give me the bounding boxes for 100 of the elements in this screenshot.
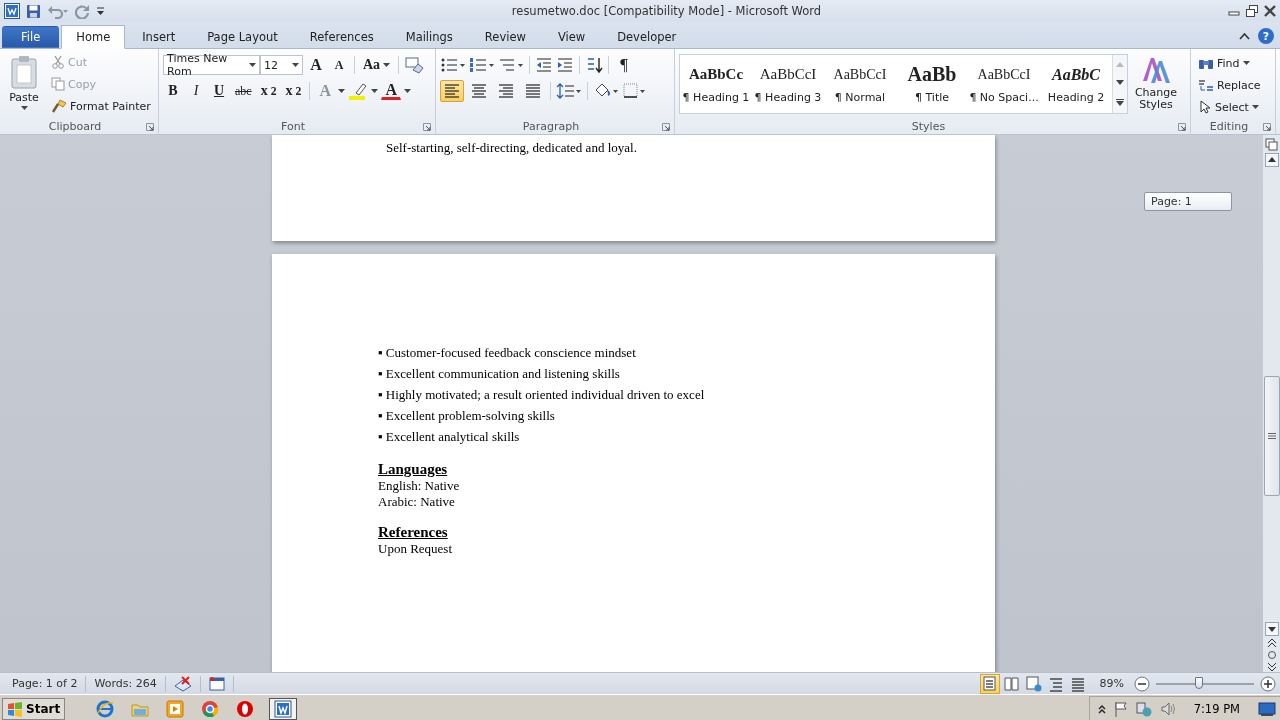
numbering-icon[interactable] bbox=[469, 56, 495, 74]
ribbon-tab[interactable]: Page Layout bbox=[192, 26, 293, 48]
paintbrush-icon bbox=[51, 99, 67, 113]
view-button[interactable] bbox=[979, 673, 1000, 694]
show-formatting-button[interactable]: ¶ bbox=[614, 54, 634, 76]
page-tooltip: Page: 1 bbox=[1144, 192, 1232, 211]
multilevel-list-icon[interactable] bbox=[498, 56, 524, 74]
page-count[interactable]: Page: 1 of 2 bbox=[4, 677, 86, 690]
font-size-field[interactable]: 12 bbox=[260, 55, 303, 75]
group-label: Font bbox=[280, 120, 306, 133]
style-option[interactable]: AaBbCcI ¶ Heading 3 bbox=[752, 55, 824, 113]
format-painter-button[interactable]: Format Painter bbox=[48, 96, 154, 116]
line-spacing-icon[interactable] bbox=[556, 82, 582, 100]
scroll-up-icon[interactable] bbox=[1264, 153, 1279, 167]
bullet-item: ▪ Excellent communication and listening skills bbox=[378, 365, 621, 383]
paste-button[interactable]: Paste bbox=[4, 52, 44, 119]
cursor-icon bbox=[1198, 100, 1212, 114]
align-button[interactable] bbox=[440, 80, 464, 102]
scissors-icon bbox=[51, 55, 65, 69]
group-label: Clipboard bbox=[47, 120, 103, 133]
align-icon bbox=[443, 82, 461, 100]
bullets-icon[interactable] bbox=[440, 56, 466, 74]
view-button[interactable] bbox=[1023, 673, 1044, 694]
dialog-launcher-icon[interactable] bbox=[662, 122, 670, 131]
next-page-icon[interactable] bbox=[1266, 662, 1277, 672]
previous-page-icon[interactable] bbox=[1266, 638, 1277, 648]
caret-icon bbox=[1242, 60, 1250, 66]
decrease-indent-icon[interactable] bbox=[535, 56, 553, 74]
customize-icon[interactable] bbox=[96, 5, 105, 17]
font-name-field[interactable]: Times New Rom bbox=[163, 55, 260, 75]
help-button[interactable]: ? bbox=[1258, 28, 1274, 44]
format-button[interactable]: I bbox=[186, 80, 206, 102]
document-icon bbox=[274, 699, 293, 718]
zoom-out-icon[interactable] bbox=[1134, 675, 1150, 692]
body-text: Self-starting, self-directing, dedicated and loyal. bbox=[386, 139, 638, 157]
start-button[interactable]: Start bbox=[2, 697, 66, 720]
view-icon bbox=[980, 674, 999, 693]
align-icon bbox=[497, 82, 515, 100]
change-styles-button[interactable]: Change Styles bbox=[1132, 52, 1180, 119]
replace-button[interactable]: Replace bbox=[1195, 75, 1264, 95]
zoom-level[interactable]: 89% bbox=[1099, 677, 1124, 690]
zoom-in-icon[interactable] bbox=[1260, 675, 1276, 692]
grip-icon bbox=[1267, 433, 1276, 439]
word-count[interactable]: Words: 264 bbox=[86, 677, 165, 690]
scrollbar-thumb[interactable] bbox=[1263, 376, 1280, 496]
shrink-font-button[interactable]: A bbox=[329, 54, 349, 76]
browse-object-icon[interactable] bbox=[1266, 650, 1277, 660]
style-option[interactable]: AaBbCcI ¶ No Spaci... bbox=[968, 55, 1040, 113]
restore-icon[interactable] bbox=[1246, 5, 1258, 17]
taskbar-app[interactable] bbox=[269, 697, 298, 720]
close-icon[interactable] bbox=[1264, 5, 1276, 17]
dialog-launcher-icon[interactable] bbox=[423, 122, 431, 131]
speaker-icon[interactable] bbox=[1159, 700, 1176, 717]
find-button[interactable]: Find bbox=[1195, 53, 1264, 73]
highlighter-icon[interactable] bbox=[348, 82, 369, 100]
style-option[interactable]: AaBb ¶ Title bbox=[896, 55, 968, 113]
sort-icon[interactable] bbox=[585, 56, 603, 74]
grow-font-button[interactable]: A bbox=[306, 54, 326, 76]
caret-icon bbox=[404, 88, 412, 94]
ribbon-tab[interactable]: Insert bbox=[127, 26, 191, 48]
document-icon[interactable] bbox=[4, 3, 20, 19]
dialog-launcher-icon[interactable] bbox=[1178, 122, 1186, 131]
body-text: Arabic: Native bbox=[378, 494, 456, 510]
format-button[interactable]: U bbox=[209, 80, 229, 102]
collapse-ribbon-icon[interactable] bbox=[1239, 32, 1250, 40]
dialog-launcher-icon[interactable] bbox=[1263, 122, 1271, 131]
scroll-down-icon[interactable] bbox=[1264, 622, 1279, 636]
ribbon-tab[interactable]: Developer bbox=[602, 26, 692, 48]
change-case-button[interactable]: Aa bbox=[360, 54, 394, 76]
style-option[interactable]: AaBbCcI ¶ Normal bbox=[824, 55, 896, 113]
styles-icon bbox=[1141, 55, 1171, 85]
increase-indent-icon[interactable] bbox=[556, 56, 574, 74]
show-hidden-icons-icon[interactable] bbox=[1097, 703, 1106, 714]
ribbon-tab[interactable]: Mailings bbox=[390, 26, 468, 48]
body-text: English: Native bbox=[378, 478, 461, 494]
proofing-icon[interactable] bbox=[173, 675, 192, 692]
font-color-button[interactable]: A bbox=[381, 82, 402, 100]
body-text: Upon Request bbox=[378, 541, 454, 557]
file-tab[interactable]: File bbox=[2, 26, 60, 48]
section-heading: Languages bbox=[378, 460, 449, 478]
save-icon[interactable] bbox=[26, 3, 41, 19]
format-button[interactable]: B bbox=[163, 80, 183, 102]
ribbon-tab[interactable]: Home bbox=[61, 25, 126, 49]
zoom-slider-thumb[interactable] bbox=[1195, 676, 1204, 689]
ribbon-tab[interactable]: View bbox=[542, 26, 601, 48]
style-option[interactable]: AaBbC Heading 2 bbox=[1040, 55, 1112, 113]
dialog-launcher-icon[interactable] bbox=[146, 122, 154, 131]
format-button[interactable]: abc bbox=[232, 80, 255, 102]
ribbon-tab[interactable]: References bbox=[294, 26, 389, 48]
clock[interactable]: 7:19 PM bbox=[1193, 701, 1240, 716]
more-icon[interactable] bbox=[1116, 99, 1124, 107]
style-option[interactable]: AaBbCc ¶ Heading 1 bbox=[680, 55, 752, 113]
bullet-item: ▪ Customer-focused feedback conscience mindset bbox=[378, 344, 637, 362]
select-button[interactable]: Select bbox=[1195, 97, 1264, 117]
flag-icon[interactable] bbox=[1113, 700, 1128, 717]
ribbon-tab[interactable]: Review bbox=[469, 26, 541, 48]
show-desktop-icon[interactable] bbox=[1258, 700, 1276, 717]
borders-icon[interactable] bbox=[622, 82, 648, 100]
macro-icon[interactable] bbox=[208, 675, 225, 692]
scroll-down-icon[interactable] bbox=[1116, 80, 1124, 86]
